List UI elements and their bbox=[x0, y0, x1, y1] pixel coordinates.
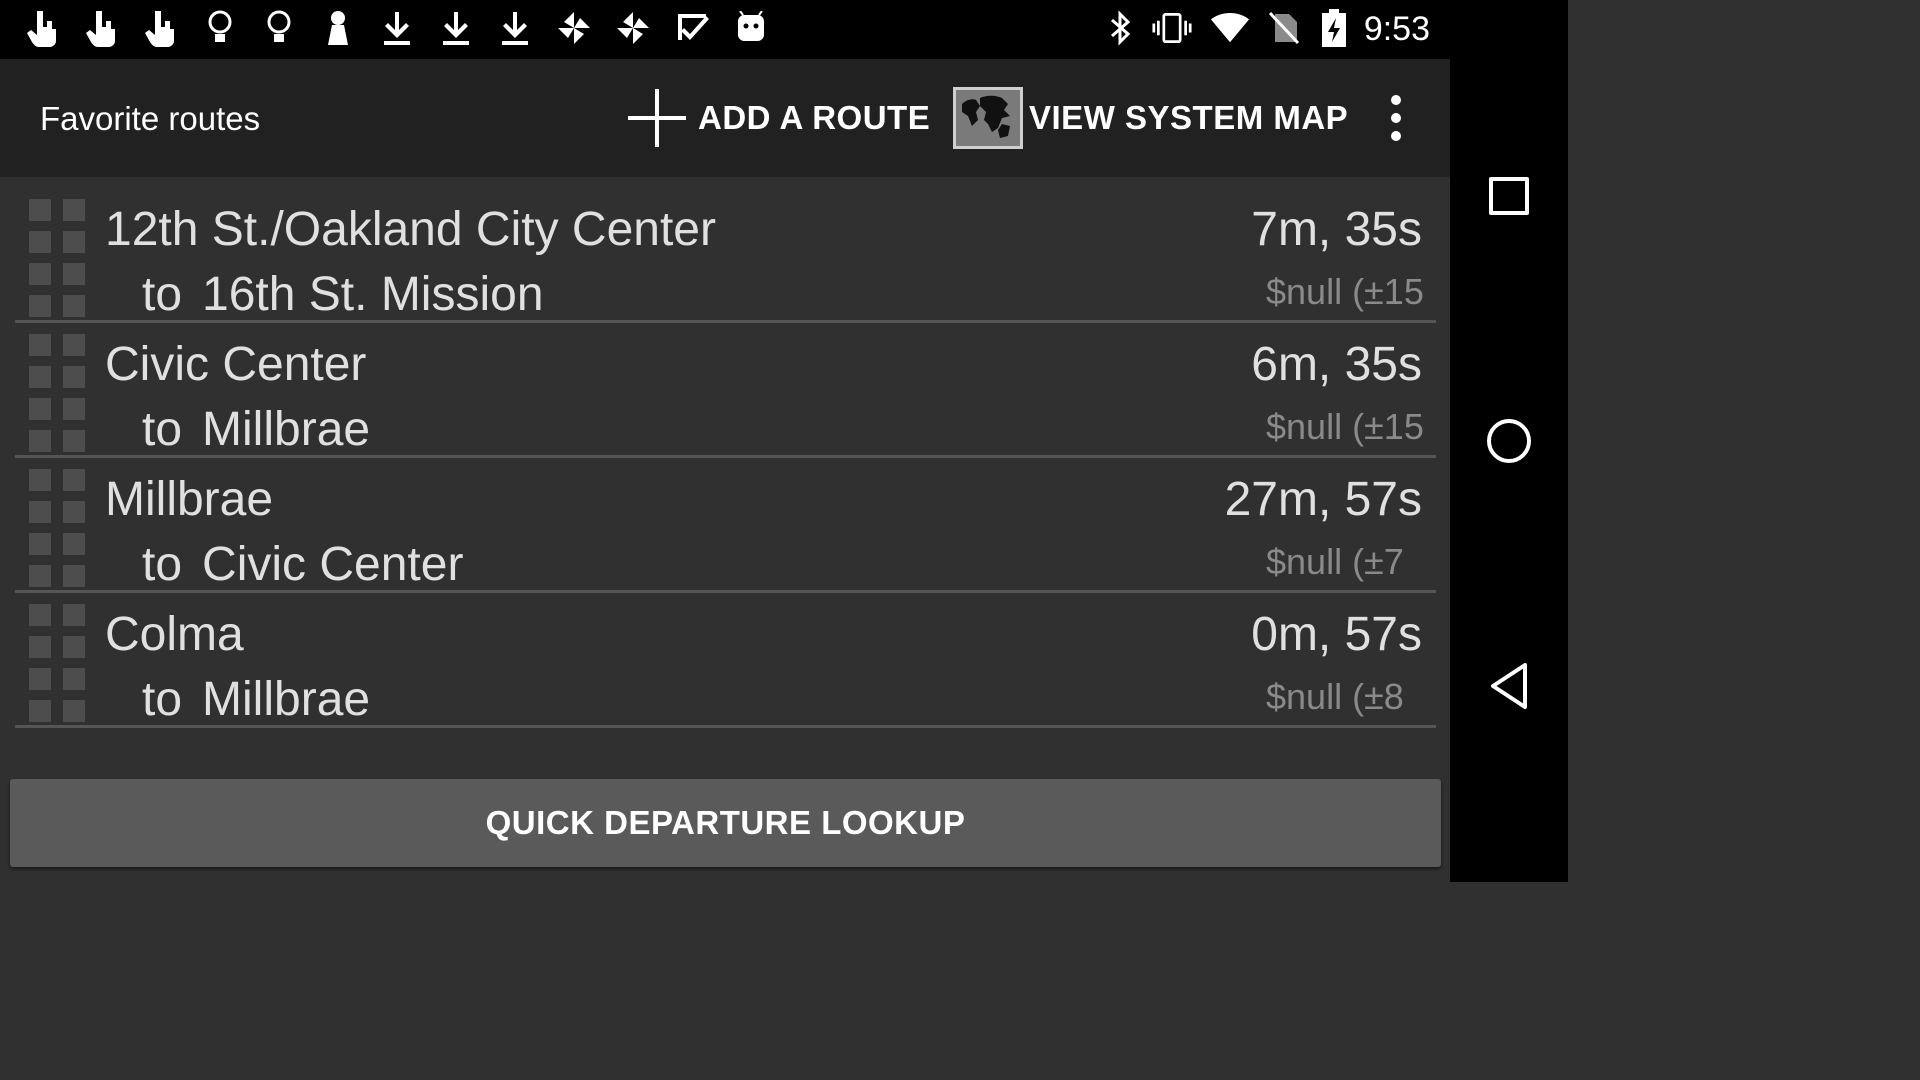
home-button[interactable] bbox=[1479, 411, 1539, 471]
app-content: Favorite routes ADD A ROUTE VIEW SYSTEM … bbox=[0, 59, 1450, 882]
add-route-label: ADD A ROUTE bbox=[698, 99, 931, 136]
route-origin: Millbrae bbox=[105, 473, 274, 526]
to-label: to bbox=[142, 403, 183, 456]
route-travel-time: 0m, 57s bbox=[1251, 608, 1422, 661]
route-fare: $null (±15 bbox=[1266, 406, 1424, 447]
back-button[interactable] bbox=[1479, 656, 1539, 716]
route-destination: 16th St. Mission bbox=[202, 268, 544, 321]
route-row[interactable]: Colma to Millbrae 0m, 57s $null (±8 bbox=[15, 593, 1436, 728]
view-system-map-button[interactable]: VIEW SYSTEM MAP bbox=[953, 85, 1348, 151]
lightbulb-icon bbox=[259, 8, 299, 48]
drag-handle-icon[interactable] bbox=[29, 199, 87, 317]
add-route-button[interactable]: ADD A ROUTE bbox=[628, 85, 930, 151]
favorite-routes-list: 12th St./Oakland City Center to 16th St. … bbox=[15, 188, 1436, 728]
route-destination-line: to Millbrae bbox=[142, 670, 370, 730]
view-map-label: VIEW SYSTEM MAP bbox=[1029, 99, 1349, 136]
hand-pointer-icon bbox=[81, 8, 121, 48]
download-icon bbox=[495, 8, 535, 48]
route-fare: $null (±7 bbox=[1266, 541, 1404, 582]
back-triangle-icon bbox=[1491, 663, 1527, 709]
recent-apps-button[interactable] bbox=[1479, 166, 1539, 226]
download-icon bbox=[377, 8, 417, 48]
quick-departure-lookup-button[interactable]: QUICK DEPARTURE LOOKUP bbox=[10, 779, 1441, 867]
route-fare: $null (±15 bbox=[1266, 271, 1424, 312]
lightbulb-icon bbox=[200, 8, 240, 48]
route-row[interactable]: Millbrae to Civic Center 27m, 57s $null (… bbox=[15, 458, 1436, 593]
square-icon bbox=[1489, 177, 1529, 215]
checkmark-icon bbox=[672, 8, 712, 48]
drag-handle-icon[interactable] bbox=[29, 604, 87, 722]
circle-icon bbox=[1487, 419, 1531, 463]
to-label: to bbox=[142, 538, 183, 591]
navigation-bar bbox=[1450, 59, 1568, 882]
chess-pawn-icon bbox=[318, 8, 358, 48]
bluetooth-icon bbox=[1101, 8, 1141, 48]
route-destination: Millbrae bbox=[202, 403, 371, 456]
android-icon bbox=[731, 8, 771, 48]
route-row[interactable]: Civic Center to Millbrae 6m, 35s $null (±… bbox=[15, 323, 1436, 458]
vibrate-icon bbox=[1152, 8, 1192, 48]
to-label: to bbox=[142, 268, 183, 321]
route-destination-line: to Millbrae bbox=[142, 400, 370, 460]
world-map-icon bbox=[953, 87, 1023, 149]
wifi-icon bbox=[1210, 8, 1250, 48]
hand-pointer-icon bbox=[140, 8, 180, 48]
route-travel-time: 6m, 35s bbox=[1251, 338, 1422, 391]
drag-handle-icon[interactable] bbox=[29, 334, 87, 452]
status-bar: 9:53 bbox=[0, 0, 1568, 59]
battery-charging-icon bbox=[1314, 8, 1354, 48]
pinwheel-icon bbox=[554, 8, 594, 48]
route-travel-time: 7m, 35s bbox=[1251, 203, 1422, 256]
action-bar: Favorite routes ADD A ROUTE VIEW SYSTEM … bbox=[0, 59, 1450, 177]
route-origin: 12th St./Oakland City Center bbox=[105, 203, 716, 256]
plus-icon bbox=[628, 89, 686, 147]
route-destination: Civic Center bbox=[202, 538, 464, 591]
route-destination: Millbrae bbox=[202, 673, 371, 726]
overflow-menu-icon[interactable] bbox=[1380, 95, 1412, 141]
route-fare: $null (±8 bbox=[1266, 676, 1404, 717]
clock: 9:53 bbox=[1363, 10, 1430, 48]
route-destination-line: to 16th St. Mission bbox=[142, 265, 544, 325]
route-origin: Colma bbox=[105, 608, 244, 661]
route-destination-line: to Civic Center bbox=[142, 535, 463, 595]
no-sim-icon bbox=[1264, 8, 1304, 48]
page-title: Favorite routes bbox=[40, 100, 261, 137]
route-origin: Civic Center bbox=[105, 338, 367, 391]
drag-handle-icon[interactable] bbox=[29, 469, 87, 587]
download-icon bbox=[436, 8, 476, 48]
route-row[interactable]: 12th St./Oakland City Center to 16th St. … bbox=[15, 188, 1436, 323]
pinwheel-icon bbox=[613, 8, 653, 48]
route-travel-time: 27m, 57s bbox=[1224, 473, 1422, 526]
to-label: to bbox=[142, 673, 183, 726]
hand-pointer-icon bbox=[22, 8, 62, 48]
